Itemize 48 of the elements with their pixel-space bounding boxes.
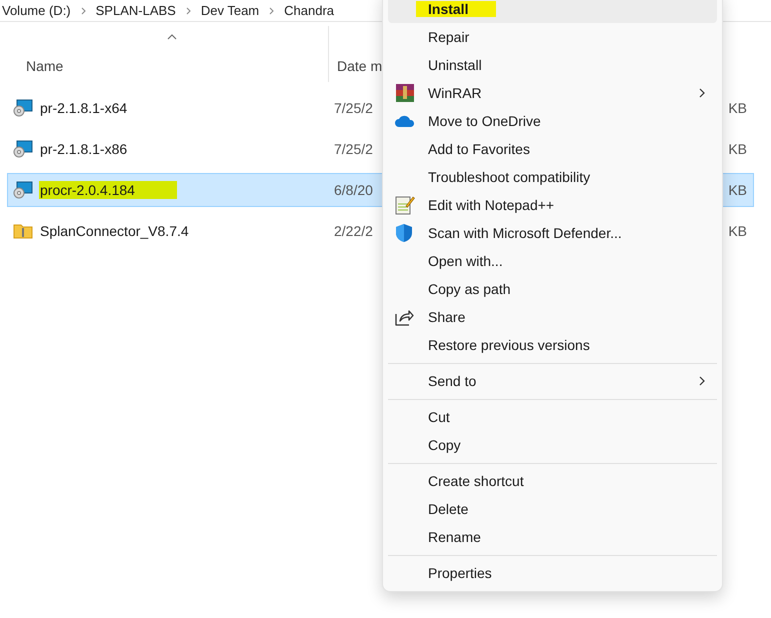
menu-item[interactable]: Install (388, 0, 717, 23)
breadcrumb-item[interactable]: Dev Team (200, 3, 260, 18)
menu-item[interactable]: Cut (388, 403, 717, 431)
breadcrumb-item[interactable]: Volume (D:) (2, 3, 71, 18)
cloud-icon (395, 115, 415, 127)
date-cell: 7/25/2 (334, 141, 373, 157)
menu-item[interactable]: Add to Favorites (388, 135, 717, 163)
installer-icon (13, 181, 33, 199)
column-header[interactable]: Date m (337, 58, 382, 74)
menu-item[interactable]: Properties (388, 559, 717, 587)
installer-icon (13, 140, 33, 158)
chevron-right-icon (269, 6, 274, 14)
file-name: procr-2.0.4.184 (39, 181, 177, 199)
shield-icon (395, 223, 413, 243)
menu-item[interactable]: Restore previous versions (388, 331, 717, 359)
share-icon (395, 308, 414, 326)
menu-item[interactable]: Create shortcut (388, 467, 717, 495)
menu-item[interactable]: WinRAR (388, 79, 717, 107)
date-cell: 2/22/2 (334, 223, 373, 239)
menu-item[interactable]: Share (388, 303, 717, 331)
date-cell: 6/8/20 (334, 182, 373, 198)
size-cell: KB (728, 223, 747, 239)
menu-item[interactable]: Uninstall (388, 51, 717, 79)
breadcrumb-item[interactable]: Chandra (284, 3, 334, 18)
file-name: SplanConnector_V8.7.4 (39, 222, 189, 240)
column-header[interactable]: Name (26, 58, 64, 74)
size-cell: KB (728, 100, 747, 116)
chevron-right-icon (186, 6, 191, 14)
file-name: pr-2.1.8.1-x64 (39, 99, 128, 117)
size-cell: KB (728, 182, 747, 198)
file-name: pr-2.1.8.1-x86 (39, 140, 128, 158)
books-stack-icon (395, 83, 415, 103)
zipped-folder-icon (13, 222, 33, 240)
notepad-icon (395, 195, 415, 215)
menu-item[interactable]: Move to OneDrive (388, 107, 717, 135)
menu-item[interactable]: Copy as path (388, 275, 717, 303)
menu-item[interactable]: Scan with Microsoft Defender... (388, 219, 717, 247)
installer-icon (13, 99, 33, 117)
menu-item[interactable]: Send to (388, 367, 717, 395)
menu-item[interactable]: Delete (388, 495, 717, 523)
menu-item[interactable]: Copy (388, 431, 717, 459)
menu-item[interactable]: Rename (388, 523, 717, 551)
breadcrumb-item[interactable]: SPLAN-LABS (96, 3, 176, 18)
chevron-right-icon (80, 6, 86, 14)
size-cell: KB (728, 141, 747, 157)
date-cell: 7/25/2 (334, 100, 373, 116)
menu-item[interactable]: Open with... (388, 247, 717, 275)
menu-item[interactable]: Repair (388, 23, 717, 51)
